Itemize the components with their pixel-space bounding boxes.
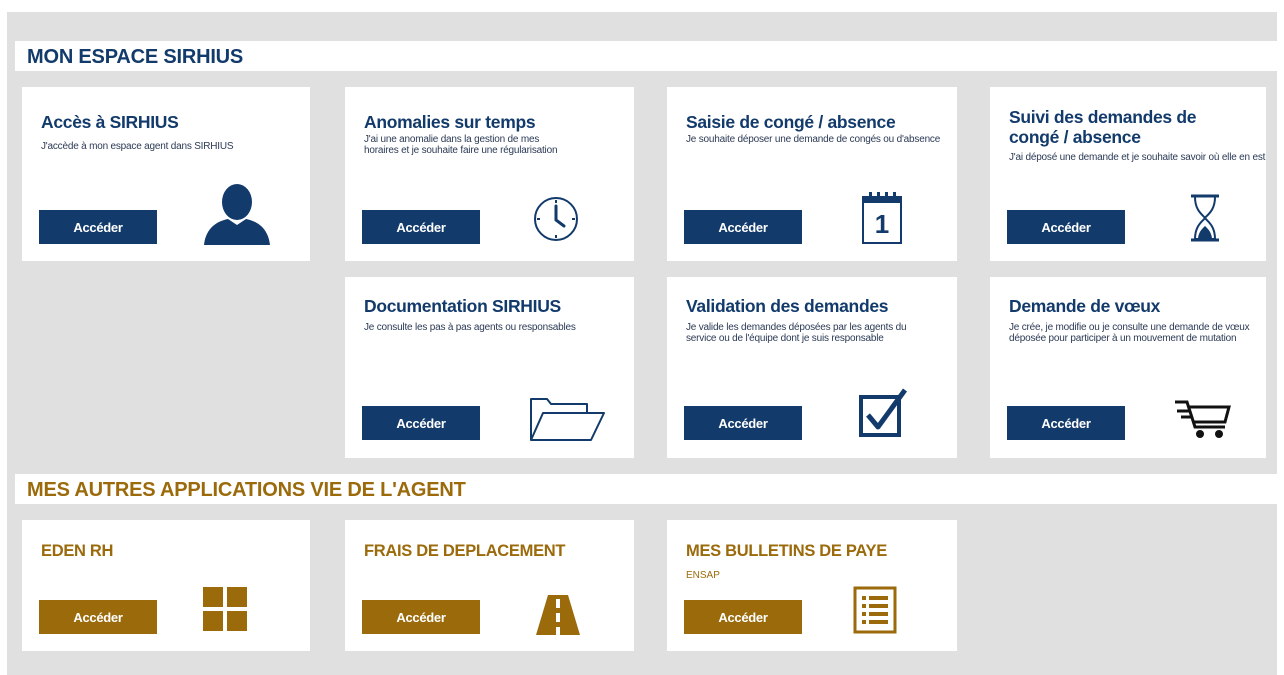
card-eden-rh: EDEN RH Accéder [22,520,310,651]
acceder-button-saisie[interactable]: Accéder [684,210,802,244]
card-title: Documentation SIRHIUS [364,296,561,316]
cart-icon [1175,400,1231,438]
card-title: Anomalies sur temps [364,112,536,132]
card-saisie-conge: Saisie de congé / absence Je souhaite dé… [667,87,957,261]
card-validation: Validation des demandes Je valide les de… [667,277,957,458]
card-title: FRAIS DE DEPLACEMENT [364,542,566,560]
card-description: J'accède à mon espace agent dans SIRHIUS [41,141,234,152]
acceder-button-bulletins[interactable]: Accéder [684,600,802,634]
card-frais-deplacement: FRAIS DE DEPLACEMENT Accéder [345,520,634,651]
card-description: J'ai une anomalie dans la gestion de mes… [364,134,558,156]
card-documentation: Documentation SIRHIUS Je consulte les pa… [345,277,634,458]
folder-icon [530,398,605,441]
acceder-button-anomalies[interactable]: Accéder [362,210,480,244]
card-title: Suivi des demandes de congé / absence [1009,107,1197,147]
card-acces-sirhius: Accès à SIRHIUS J'accède à mon espace ag… [22,87,310,261]
card-title: Saisie de congé / absence [686,112,896,132]
acceder-button-voeux[interactable]: Accéder [1007,406,1125,440]
card-title: EDEN RH [41,542,114,560]
acceder-button-validation[interactable]: Accéder [684,406,802,440]
card-anomalies: Anomalies sur temps J'ai une anomalie da… [345,87,634,261]
card-description: Je consulte les pas à pas agents ou resp… [364,322,576,333]
card-title: Validation des demandes [686,296,889,316]
card-title: Demande de vœux [1009,296,1161,316]
acceder-button-documentation[interactable]: Accéder [362,406,480,440]
card-title: Accès à SIRHIUS [41,112,179,132]
hourglass-icon [1191,194,1219,242]
calendar-icon: 1 [862,192,902,244]
road-icon [536,595,580,635]
card-description: J'ai déposé une demande et je souhaite s… [1009,152,1266,163]
card-description: Je crée, je modifie ou je consulte une d… [1009,322,1250,344]
calendar-day: 1 [875,209,889,239]
section-title-sirhius: MON ESPACE SIRHIUS [15,41,1281,71]
document-list-icon [853,586,897,634]
checkbox-icon [859,388,908,437]
card-description: Je valide les demandes déposées par les … [686,322,907,344]
card-description: Je souhaite déposer une demande de congé… [686,134,941,145]
section-title-other-apps: MES AUTRES APPLICATIONS VIE DE L'AGENT [15,474,1281,504]
acceder-button-acces[interactable]: Accéder [39,210,157,244]
acceder-button-suivi[interactable]: Accéder [1007,210,1125,244]
clock-icon [534,197,578,241]
acceder-button-eden[interactable]: Accéder [39,600,157,634]
card-demande-voeux: Demande de vœux Je crée, je modifie ou j… [990,277,1266,458]
card-suivi-demandes: Suivi des demandes de congé / absence J'… [990,87,1266,261]
user-icon [204,184,270,245]
acceder-button-frais[interactable]: Accéder [362,600,480,634]
card-title: MES BULLETINS DE PAYE [686,542,887,560]
grid-icon [203,587,247,631]
card-subtitle: ENSAP [686,570,720,581]
card-bulletins-paye: MES BULLETINS DE PAYE ENSAP Accéder [667,520,957,651]
